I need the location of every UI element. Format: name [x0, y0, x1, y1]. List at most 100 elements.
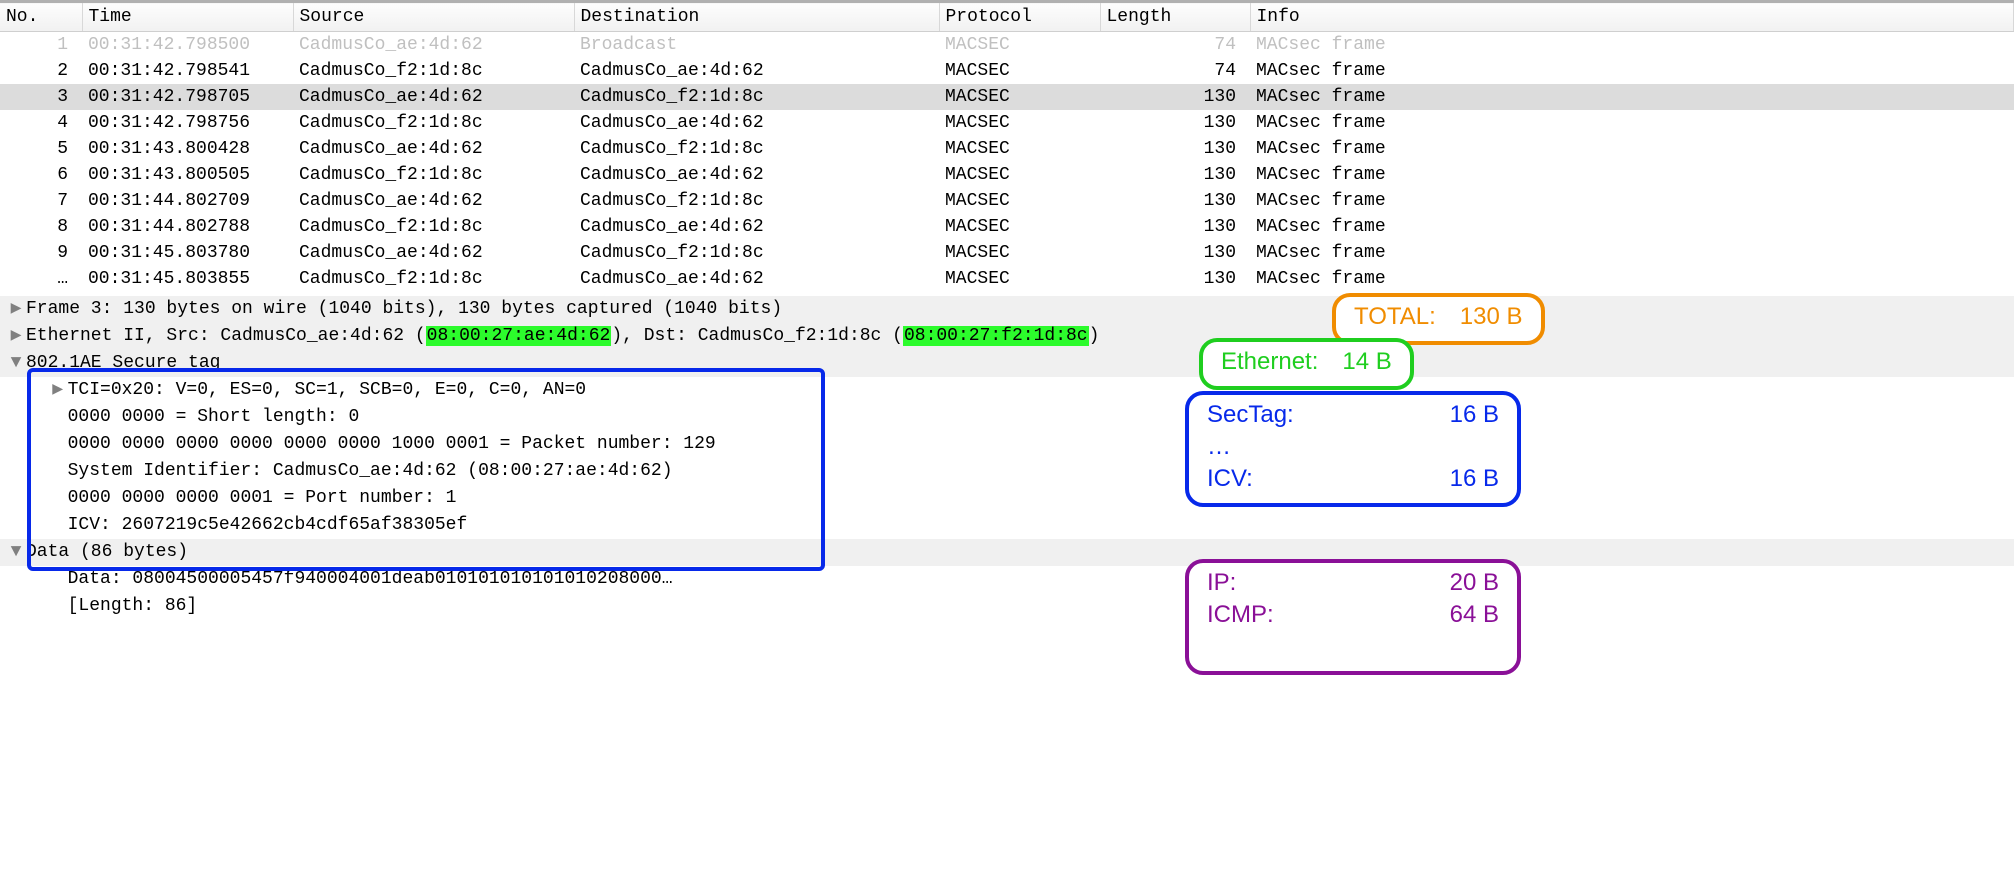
col-source[interactable]: Source	[293, 2, 574, 32]
packet-no: 6	[0, 162, 82, 188]
chevron-right-icon[interactable]: ▶	[6, 323, 26, 350]
packet-destination: Broadcast	[574, 32, 939, 59]
details-shortlen-row[interactable]: 0000 0000 = Short length: 0	[0, 404, 2014, 431]
table-row[interactable]: …00:31:45.803855CadmusCo_f2:1d:8cCadmusC…	[0, 266, 2014, 292]
col-destination[interactable]: Destination	[574, 2, 939, 32]
packet-protocol: MACSEC	[939, 214, 1100, 240]
packet-protocol: MACSEC	[939, 110, 1100, 136]
details-icv-text: ICV: 2607219c5e42662cb4cdf65af38305ef	[68, 515, 468, 535]
packet-destination: CadmusCo_ae:4d:62	[574, 58, 939, 84]
note-eth-label: Ethernet:	[1221, 346, 1318, 378]
packet-info: MACsec frame	[1250, 84, 2014, 110]
packet-source: CadmusCo_f2:1d:8c	[293, 110, 574, 136]
col-protocol[interactable]: Protocol	[939, 2, 1100, 32]
details-datalen-row[interactable]: [Length: 86]	[0, 593, 2014, 620]
chevron-right-icon[interactable]: ▶	[48, 377, 68, 404]
packet-time: 00:31:43.800428	[82, 136, 293, 162]
details-pn-row[interactable]: 0000 0000 0000 0000 0000 0000 1000 0001 …	[0, 431, 2014, 458]
details-data-row[interactable]: ▼Data (86 bytes)	[0, 539, 2014, 566]
packet-source: CadmusCo_ae:4d:62	[293, 84, 574, 110]
details-icv-row[interactable]: ICV: 2607219c5e42662cb4cdf65af38305ef	[0, 512, 2014, 539]
note-sectag-v1: 16 B	[1450, 399, 1499, 431]
packet-destination: CadmusCo_ae:4d:62	[574, 266, 939, 292]
packet-list-body[interactable]: 100:31:42.798500CadmusCo_ae:4d:62Broadca…	[0, 32, 2014, 293]
packet-source: CadmusCo_ae:4d:62	[293, 188, 574, 214]
packet-info: MACsec frame	[1250, 32, 2014, 59]
packet-no: 3	[0, 84, 82, 110]
table-row[interactable]: 600:31:43.800505CadmusCo_f2:1d:8cCadmusC…	[0, 162, 2014, 188]
packet-protocol: MACSEC	[939, 162, 1100, 188]
note-eth-value: 14 B	[1342, 346, 1391, 378]
packet-info: MACsec frame	[1250, 110, 2014, 136]
packet-no: 8	[0, 214, 82, 240]
packet-no: …	[0, 266, 82, 292]
note-ip-l1: IP:	[1207, 567, 1236, 599]
packet-list-header[interactable]: No. Time Source Destination Protocol Len…	[0, 2, 2014, 32]
col-length[interactable]: Length	[1100, 2, 1250, 32]
note-total-value: 130 B	[1460, 301, 1523, 333]
note-sectag-l2: …	[1207, 431, 1231, 463]
chevron-right-icon[interactable]: ▶	[6, 296, 26, 323]
details-ethernet-row[interactable]: ▶Ethernet II, Src: CadmusCo_ae:4d:62 (08…	[0, 323, 2014, 350]
details-frame-text: Frame 3: 130 bytes on wire (1040 bits), …	[26, 299, 782, 319]
note-sectag-l1: SecTag:	[1207, 399, 1294, 431]
packet-info: MACsec frame	[1250, 136, 2014, 162]
packet-protocol: MACSEC	[939, 136, 1100, 162]
packet-list-table[interactable]: No. Time Source Destination Protocol Len…	[0, 0, 2014, 292]
packet-time: 00:31:45.803780	[82, 240, 293, 266]
chevron-down-icon[interactable]: ▼	[6, 350, 26, 377]
packet-time: 00:31:42.798705	[82, 84, 293, 110]
table-row[interactable]: 300:31:42.798705CadmusCo_ae:4d:62CadmusC…	[0, 84, 2014, 110]
packet-protocol: MACSEC	[939, 266, 1100, 292]
packet-destination: CadmusCo_f2:1d:8c	[574, 188, 939, 214]
packet-info: MACsec frame	[1250, 188, 2014, 214]
table-row[interactable]: 200:31:42.798541CadmusCo_f2:1d:8cCadmusC…	[0, 58, 2014, 84]
packet-protocol: MACSEC	[939, 84, 1100, 110]
details-sysid-text: System Identifier: CadmusCo_ae:4d:62 (08…	[68, 461, 673, 481]
details-datahex-row[interactable]: Data: 08004500005457f940004001deab010101…	[0, 566, 2014, 593]
details-portnum-text: 0000 0000 0000 0001 = Port number: 1	[68, 488, 457, 508]
table-row[interactable]: 700:31:44.802709CadmusCo_ae:4d:62CadmusC…	[0, 188, 2014, 214]
table-row[interactable]: 100:31:42.798500CadmusCo_ae:4d:62Broadca…	[0, 32, 2014, 59]
packet-protocol: MACSEC	[939, 240, 1100, 266]
note-total-label: TOTAL:	[1354, 301, 1436, 333]
col-info[interactable]: Info	[1250, 2, 2014, 32]
col-no[interactable]: No.	[0, 2, 82, 32]
details-sectag-row[interactable]: ▼802.1AE Secure tag	[0, 350, 2014, 377]
packet-protocol: MACSEC	[939, 58, 1100, 84]
packet-details-pane[interactable]: ▶Frame 3: 130 bytes on wire (1040 bits),…	[0, 292, 2014, 620]
packet-length: 130	[1100, 188, 1250, 214]
table-row[interactable]: 900:31:45.803780CadmusCo_ae:4d:62CadmusC…	[0, 240, 2014, 266]
packet-time: 00:31:44.802709	[82, 188, 293, 214]
packet-length: 130	[1100, 162, 1250, 188]
chevron-down-icon[interactable]: ▼	[6, 539, 26, 566]
details-tci-row[interactable]: ▶TCI=0x20: V=0, ES=0, SC=1, SCB=0, E=0, …	[0, 377, 2014, 404]
packet-destination: CadmusCo_f2:1d:8c	[574, 136, 939, 162]
col-time[interactable]: Time	[82, 2, 293, 32]
details-tci-text: TCI=0x20: V=0, ES=0, SC=1, SCB=0, E=0, C…	[68, 380, 586, 400]
app-root: { "packet_list": { "columns": ["No.","Ti…	[0, 0, 2014, 870]
packet-no: 9	[0, 240, 82, 266]
packet-info: MACsec frame	[1250, 240, 2014, 266]
packet-length: 74	[1100, 58, 1250, 84]
packet-time: 00:31:42.798756	[82, 110, 293, 136]
table-row[interactable]: 500:31:43.800428CadmusCo_ae:4d:62CadmusC…	[0, 136, 2014, 162]
details-eth-pre: Ethernet II, Src: CadmusCo_ae:4d:62 (	[26, 326, 426, 346]
details-frame-row[interactable]: ▶Frame 3: 130 bytes on wire (1040 bits),…	[0, 296, 2014, 323]
packet-destination: CadmusCo_f2:1d:8c	[574, 84, 939, 110]
packet-destination: CadmusCo_ae:4d:62	[574, 162, 939, 188]
table-row[interactable]: 800:31:44.802788CadmusCo_f2:1d:8cCadmusC…	[0, 214, 2014, 240]
packet-destination: CadmusCo_ae:4d:62	[574, 110, 939, 136]
table-row[interactable]: 400:31:42.798756CadmusCo_f2:1d:8cCadmusC…	[0, 110, 2014, 136]
details-portnum-row[interactable]: 0000 0000 0000 0001 = Port number: 1	[0, 485, 2014, 512]
packet-length: 130	[1100, 84, 1250, 110]
details-shortlen-text: 0000 0000 = Short length: 0	[68, 407, 360, 427]
note-ip: IP:20 B ICMP:64 B	[1185, 559, 1521, 675]
packet-source: CadmusCo_f2:1d:8c	[293, 58, 574, 84]
packet-length: 130	[1100, 214, 1250, 240]
packet-no: 7	[0, 188, 82, 214]
details-data-text: Data (86 bytes)	[26, 542, 188, 562]
packet-info: MACsec frame	[1250, 266, 2014, 292]
details-sysid-row[interactable]: System Identifier: CadmusCo_ae:4d:62 (08…	[0, 458, 2014, 485]
packet-source: CadmusCo_f2:1d:8c	[293, 266, 574, 292]
